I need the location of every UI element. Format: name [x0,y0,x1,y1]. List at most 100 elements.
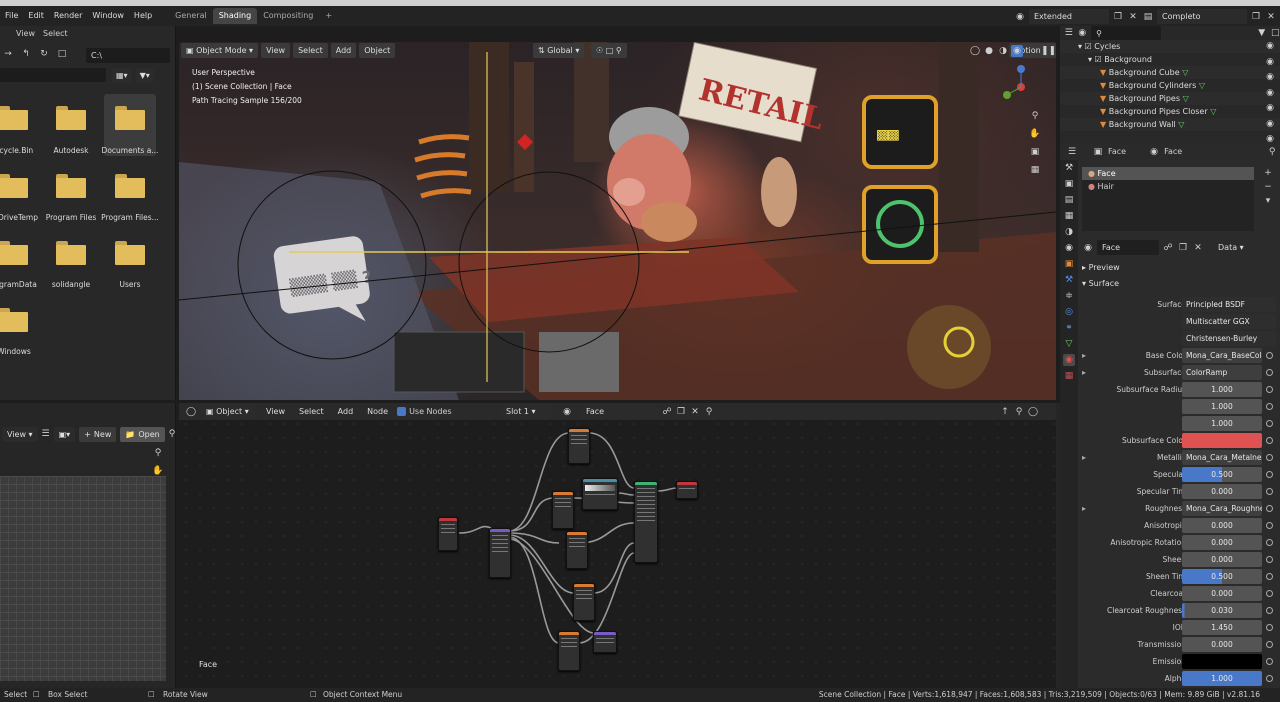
close-scene-icon[interactable]: ✕ [1127,11,1139,23]
outliner-row-object[interactable]: ▼ Background Wall ▽ [1060,118,1280,131]
pause-render-icon[interactable]: ❚❚ [1041,44,1056,57]
property-field[interactable]: Mona_Cara_BaseCol... [1182,348,1262,363]
property-field[interactable]: 0.000 [1182,586,1262,601]
material-browse-icon[interactable]: ◉ [561,406,573,418]
image-texture-node[interactable] [438,517,458,551]
transform-orientation[interactable]: ⇅ Global ▾ [533,43,585,58]
pan-hand-icon[interactable]: ✋ [1029,128,1041,140]
keyframe-dot-icon[interactable] [1266,522,1273,529]
solid-shading-icon[interactable]: ● [983,45,995,57]
folder-icon[interactable] [115,106,145,130]
filter-icon[interactable]: ▼▾ [135,68,154,83]
new-folder-icon[interactable]: □ [56,48,68,60]
outliner-row-object[interactable]: ▼ Background Cylinders ▽ [1060,79,1280,92]
outliner-row-object[interactable]: ▼ Background Cube ▽ [1060,66,1280,79]
keyframe-dot-icon[interactable] [1266,539,1273,546]
keyframe-dot-icon[interactable] [1266,454,1273,461]
menu-edit[interactable]: Edit [23,6,49,26]
expand-arrow-icon[interactable]: ▸ [1082,365,1086,380]
zoom-icon[interactable]: ⚲ [1029,110,1041,122]
scene-tab-icon[interactable]: ◑ [1063,226,1075,238]
output-tab-icon[interactable]: ▤ [1063,194,1075,206]
vp-menu-add[interactable]: Add [330,43,357,58]
ne-menu-node[interactable]: Node [362,404,393,419]
folder-icon[interactable] [115,174,145,198]
vp-menu-view[interactable]: View [261,43,291,58]
snap-icon[interactable]: ⚲ [1013,406,1025,418]
filter-search-field[interactable] [0,68,106,82]
material-browse-icon[interactable]: ◉ [1082,242,1094,254]
data-tab-icon[interactable]: ▽ [1063,338,1075,350]
property-field[interactable] [1182,654,1262,669]
property-field[interactable]: 1.000 [1182,399,1262,414]
material-output-node[interactable] [676,481,698,499]
duplicate-icon[interactable]: ❐ [675,406,687,418]
slot-menu-icon[interactable]: ▾ [1262,195,1274,207]
fb-menu-view[interactable]: View [16,29,35,38]
expand-arrow-icon[interactable]: ▸ [1082,450,1086,465]
mapping-node[interactable] [489,528,511,578]
file-item-label[interactable]: ecycle.Bin [0,146,44,155]
expand-arrow-icon[interactable]: ▸ [1082,348,1086,363]
pivot-snap-icon[interactable]: ☉ □ ⚲ [591,43,627,58]
refresh-icon[interactable]: ↻ [38,48,50,60]
file-item-label[interactable]: Documents a... [100,146,160,155]
new-collection-icon[interactable]: □ [1270,27,1280,39]
checkbox-checked-icon[interactable] [397,407,407,416]
keyframe-dot-icon[interactable] [1266,675,1273,682]
editor-type-icon[interactable]: ◯ [185,406,197,418]
path-field[interactable]: C:\ [86,48,170,63]
vp-menu-object[interactable]: Object [359,43,396,58]
property-field[interactable]: ColorRamp [1182,365,1262,380]
unlink-icon[interactable]: ✕ [1192,242,1204,254]
tool-tab-icon[interactable]: ⚒ [1063,162,1075,174]
property-field[interactable]: Christensen-Burley [1182,331,1276,346]
zoom-icon[interactable]: ⚲ [152,447,164,459]
tab-general[interactable]: General [169,8,213,24]
texture-node[interactable] [568,428,590,464]
editor-type-icon[interactable]: ☰ [1066,146,1078,158]
object-tab-icon[interactable]: ▣ [1063,258,1075,270]
add-workspace-button[interactable]: + [319,8,338,24]
3d-viewport[interactable]: RETAIL ▩▩ ▒▒▒ ▒▒ ? User Perspective (1) … [179,42,1056,400]
property-field[interactable]: 1.450 [1182,620,1262,635]
material-shading-icon[interactable]: ◑ [997,45,1009,57]
particles-tab-icon[interactable]: ≑ [1063,290,1075,302]
use-nodes-toggle[interactable]: Use Nodes [397,407,452,416]
view-layer-tab-icon[interactable]: ▦ [1063,210,1075,222]
texture-node[interactable] [558,631,580,671]
menu-render[interactable]: Render [49,6,87,26]
tab-compositing[interactable]: Compositing [257,8,319,24]
folder-icon[interactable] [0,241,28,265]
keyframe-dot-icon[interactable] [1266,505,1273,512]
property-field[interactable]: Mona_Cara_Roughne... [1182,501,1262,516]
eye-icon[interactable]: ◉ [1264,56,1276,68]
constraints-tab-icon[interactable]: ⚭ [1063,322,1075,334]
rendered-shading-icon[interactable]: ◉ [1011,44,1023,57]
folder-icon[interactable] [0,106,28,130]
keyframe-dot-icon[interactable] [1266,556,1273,563]
world-tab-icon[interactable]: ◉ [1063,242,1075,254]
property-field[interactable]: 0.500 [1182,569,1262,584]
parent-node-icon[interactable]: ↑ [999,406,1011,418]
outliner-row-background[interactable]: ▾ ☑ Background [1060,53,1280,66]
pin-icon[interactable]: ⚲ [169,428,176,440]
file-item-label[interactable]: Autodesk [41,146,101,155]
remove-slot-icon[interactable]: − [1262,181,1274,193]
image-canvas[interactable] [0,476,166,681]
ne-menu-add[interactable]: Add [333,404,359,419]
principled-bsdf-node[interactable] [634,481,658,563]
property-field[interactable]: 0.000 [1182,552,1262,567]
texture-node[interactable] [566,531,588,569]
file-item-label[interactable]: Users [100,280,160,289]
property-field[interactable]: 0.000 [1182,518,1262,533]
filter-icon[interactable]: ▼ [1257,27,1267,39]
color-ramp-node[interactable] [582,478,618,510]
keyframe-dot-icon[interactable] [1266,641,1273,648]
unlink-icon[interactable]: ✕ [689,406,701,418]
editor-type-icon[interactable]: ☰ [1064,27,1074,39]
camera-icon[interactable]: ▣ [1029,146,1041,158]
mode-dropdown[interactable]: ▣ Object Mode ▾ [181,43,259,58]
keyframe-dot-icon[interactable] [1266,420,1273,427]
keyframe-dot-icon[interactable] [1266,471,1273,478]
